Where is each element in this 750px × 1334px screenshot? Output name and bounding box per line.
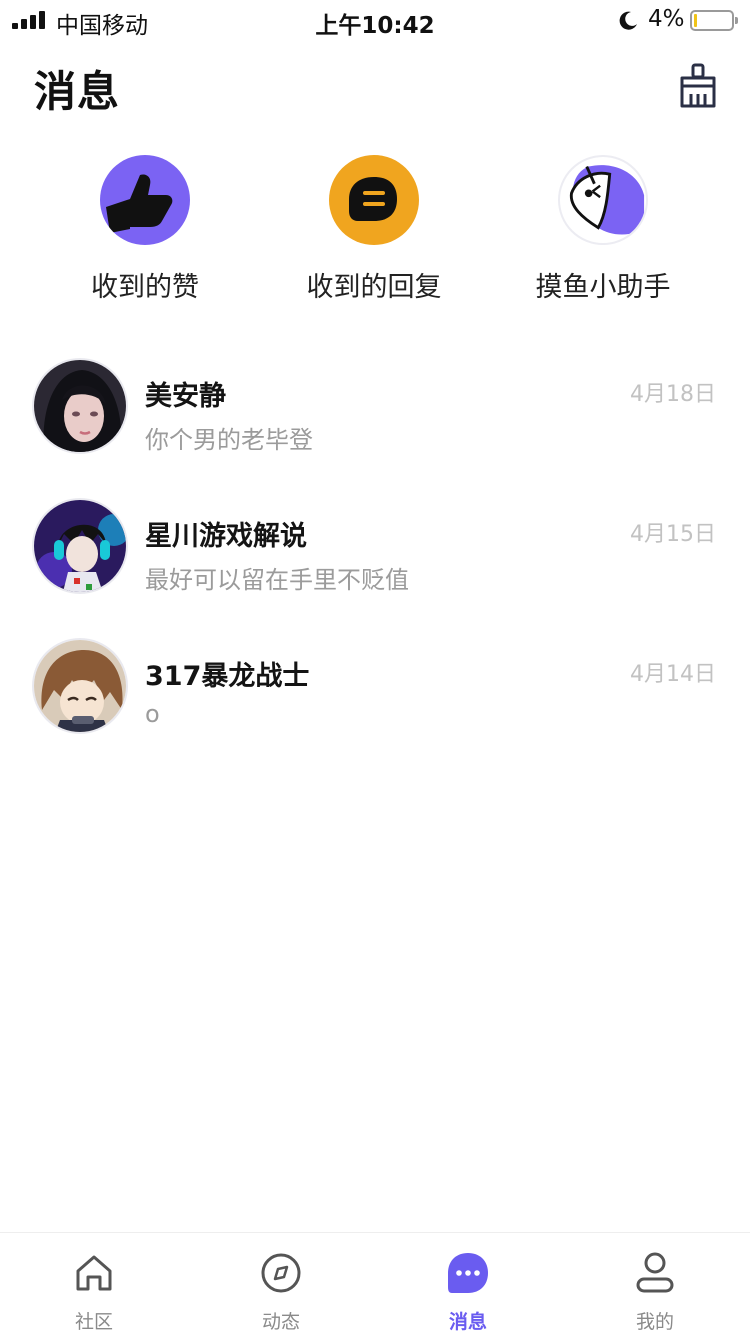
battery-icon bbox=[690, 10, 738, 31]
conversation-preview: o bbox=[145, 700, 160, 728]
received-replies-label: 收到的回复 bbox=[306, 272, 442, 303]
fish-assistant-entry[interactable]: 摸鱼小助手 bbox=[523, 155, 683, 304]
fish-assistant-label: 摸鱼小助手 bbox=[535, 272, 671, 303]
thumbs-up-icon bbox=[100, 155, 190, 245]
avatar bbox=[32, 638, 128, 734]
status-bar: 中国移动 上午10:42 4% bbox=[0, 0, 750, 40]
tab-messages[interactable]: 消息 bbox=[374, 1233, 562, 1334]
conversation-item[interactable]: 星川游戏解说 最好可以留在手里不贬值 4月15日 bbox=[0, 498, 750, 608]
chat-dots-icon bbox=[448, 1253, 488, 1293]
fish-assistant-icon bbox=[558, 155, 648, 245]
received-likes-entry[interactable]: 收到的赞 bbox=[65, 155, 225, 304]
avatar bbox=[32, 358, 128, 454]
avatar bbox=[32, 498, 128, 594]
battery-percent: 4% bbox=[648, 6, 685, 32]
conversation-name: 317暴龙战士 bbox=[145, 661, 310, 692]
tab-bar: 社区 动态 消息 我的 bbox=[0, 1232, 750, 1334]
compass-icon bbox=[261, 1253, 301, 1293]
received-replies-entry[interactable]: 收到的回复 bbox=[294, 155, 454, 304]
profile-icon bbox=[636, 1252, 674, 1293]
conversation-date: 4月15日 bbox=[630, 522, 716, 547]
broom-icon[interactable] bbox=[676, 62, 720, 110]
reply-bubble-icon bbox=[329, 155, 419, 245]
home-icon bbox=[76, 1255, 112, 1291]
tab-feed[interactable]: 动态 bbox=[187, 1233, 375, 1334]
conversation-date: 4月14日 bbox=[630, 662, 716, 687]
conversation-preview: 最好可以留在手里不贬值 bbox=[145, 566, 409, 594]
conversation-date: 4月18日 bbox=[630, 382, 716, 407]
conversation-item[interactable]: 317暴龙战士 o 4月14日 bbox=[0, 638, 750, 748]
tab-community[interactable]: 社区 bbox=[0, 1233, 188, 1334]
received-likes-label: 收到的赞 bbox=[91, 272, 199, 303]
tab-profile[interactable]: 我的 bbox=[561, 1233, 749, 1334]
moon-icon bbox=[619, 11, 637, 30]
tab-label: 社区 bbox=[74, 1311, 113, 1333]
conversation-item[interactable]: 美安静 你个男的老毕登 4月18日 bbox=[0, 358, 750, 468]
conversation-preview: 你个男的老毕登 bbox=[145, 426, 313, 454]
tab-label: 动态 bbox=[261, 1311, 300, 1333]
page-title: 消息 bbox=[34, 67, 121, 116]
tab-label: 我的 bbox=[635, 1311, 674, 1333]
conversation-name: 美安静 bbox=[145, 381, 226, 412]
conversation-name: 星川游戏解说 bbox=[145, 521, 307, 552]
tab-label: 消息 bbox=[448, 1311, 487, 1333]
